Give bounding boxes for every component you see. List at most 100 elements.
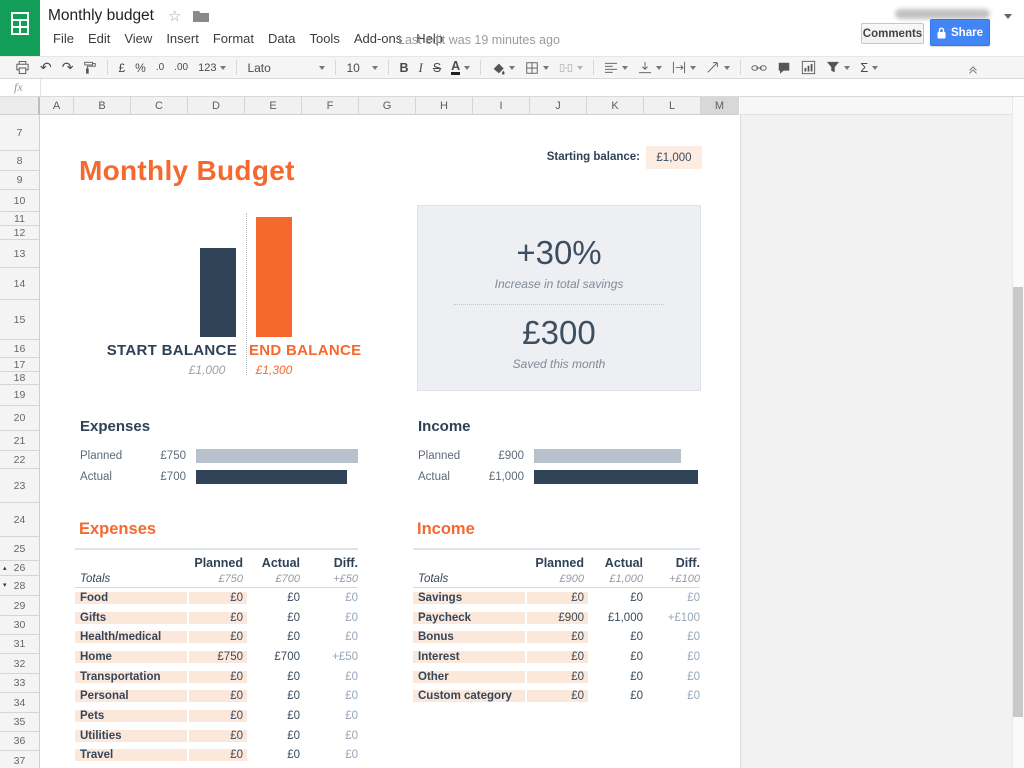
row-header[interactable]: 13 [0,240,40,268]
table-row[interactable]: Utilities £0 £0 £0 [75,727,358,745]
expenses-table-totals[interactable]: Totals £750 £700 +£50 [75,573,358,585]
row-header[interactable]: 14 [0,268,40,300]
diff-cell[interactable]: +£100 [643,612,700,624]
category-cell[interactable]: Gifts [75,612,187,624]
hidden-rows-toggle-icon[interactable]: ▴ [3,565,7,572]
row-header[interactable]: 23 [0,469,40,503]
menu-item[interactable]: Format [206,29,261,48]
vertical-align-button[interactable] [633,59,667,77]
formula-bar[interactable]: fx [0,79,1024,97]
comments-button[interactable]: Comments [861,23,924,44]
table-row[interactable]: Food £0 £0 £0 [75,589,358,607]
row-header[interactable]: 9 [0,171,40,190]
table-row[interactable]: Savings £0 £0 £0 [413,589,700,607]
column-header[interactable]: E [245,97,302,115]
star-icon[interactable]: ☆ [168,7,181,25]
diff-cell[interactable]: £0 [300,631,358,643]
actual-cell[interactable]: £700 [247,651,300,663]
row-header[interactable]: 22 [0,451,40,469]
planned-cell[interactable]: £0 [189,690,247,702]
row-header[interactable]: 36 [0,732,40,751]
row-header[interactable]: 15 [0,300,40,340]
column-header[interactable]: J [530,97,587,115]
row-header[interactable]: 31 [0,635,40,654]
insert-link-icon[interactable] [746,59,772,77]
income-table-header[interactable]: Planned Actual Diff. [413,556,700,570]
move-to-folder-icon[interactable] [193,10,209,22]
more-formats-button[interactable]: 123 [193,59,231,77]
menu-item[interactable]: File [46,29,81,48]
summary-bar-row[interactable]: Actual £700 [80,466,410,487]
account-menu-caret-icon[interactable] [1004,14,1012,23]
planned-cell[interactable]: £0 [189,749,247,761]
table-row[interactable]: Personal £0 £0 £0 [75,687,358,705]
actual-cell[interactable]: £0 [588,651,643,663]
format-currency-icon[interactable]: £ [113,59,130,77]
row-header[interactable]: 7 [0,115,40,151]
planned-cell[interactable]: £0 [189,730,247,742]
filter-icon[interactable] [821,59,855,77]
planned-cell[interactable]: £0 [189,592,247,604]
row-header[interactable]: ▾ 28 [0,576,40,596]
actual-cell[interactable]: £0 [247,631,300,643]
diff-cell[interactable]: £0 [643,592,700,604]
text-wrap-button[interactable] [667,59,701,77]
category-cell[interactable]: Savings [413,592,525,604]
row-header[interactable]: 34 [0,693,40,713]
diff-cell[interactable]: +£50 [300,651,358,663]
category-cell[interactable]: Other [413,671,525,683]
column-header[interactable]: L [644,97,701,115]
category-cell[interactable]: Interest [413,651,525,663]
planned-cell[interactable]: £0 [527,631,588,643]
diff-cell[interactable]: £0 [300,749,358,761]
planned-cell[interactable]: £0 [527,671,588,683]
expenses-table-title[interactable]: Expenses [79,520,156,539]
actual-cell[interactable]: £0 [247,710,300,722]
expenses-table-header[interactable]: Planned Actual Diff. [75,556,358,570]
summary-bar-row[interactable]: Planned £900 [418,445,740,466]
insert-comment-icon[interactable] [772,59,796,77]
actual-cell[interactable]: £0 [588,671,643,683]
row-header[interactable]: 17 [0,358,40,372]
collapse-toolbar-icon[interactable] [962,60,984,78]
planned-cell[interactable]: £900 [527,612,588,624]
diff-cell[interactable]: £0 [300,730,358,742]
sheet-title-cell[interactable]: Monthly Budget [79,155,295,187]
income-table-title[interactable]: Income [417,520,475,539]
actual-cell[interactable]: £0 [588,690,643,702]
column-header[interactable]: B [74,97,131,115]
format-percent-icon[interactable]: % [130,59,151,77]
column-header[interactable]: H [416,97,473,115]
column-header[interactable]: K [587,97,644,115]
bold-button[interactable]: B [394,59,413,77]
document-title[interactable]: Monthly budget [48,7,154,25]
column-header[interactable]: I [473,97,530,115]
diff-cell[interactable]: £0 [300,592,358,604]
menu-item[interactable]: Data [261,29,302,48]
row-header[interactable]: 8 [0,151,40,171]
decrease-decimals-icon[interactable]: .0 [151,59,169,77]
planned-cell[interactable]: £0 [189,710,247,722]
italic-button[interactable]: I [413,59,427,77]
planned-cell[interactable]: £0 [189,612,247,624]
actual-cell[interactable]: £0 [247,592,300,604]
share-button[interactable]: Share [930,19,990,46]
actual-cell[interactable]: £0 [247,671,300,683]
actual-cell[interactable]: £0 [247,612,300,624]
functions-button[interactable]: Σ [855,59,883,77]
income-table-totals[interactable]: Totals £900 £1,000 +£100 [413,573,700,585]
row-header[interactable]: 25 [0,537,40,561]
planned-cell[interactable]: £0 [527,651,588,663]
actual-cell[interactable]: £0 [588,592,643,604]
row-header[interactable]: 30 [0,616,40,635]
diff-cell[interactable]: £0 [643,651,700,663]
planned-cell[interactable]: £0 [189,631,247,643]
column-header[interactable]: A [40,97,74,115]
column-header[interactable]: G [359,97,416,115]
category-cell[interactable]: Paycheck [413,612,525,624]
last-edit-status[interactable]: Last edit was 19 minutes ago [398,32,560,47]
row-header[interactable]: 21 [0,431,40,451]
starting-balance-value-cell[interactable]: £1,000 [646,146,702,169]
undo-icon[interactable]: ↶ [35,59,57,77]
category-cell[interactable]: Transportation [75,671,187,683]
